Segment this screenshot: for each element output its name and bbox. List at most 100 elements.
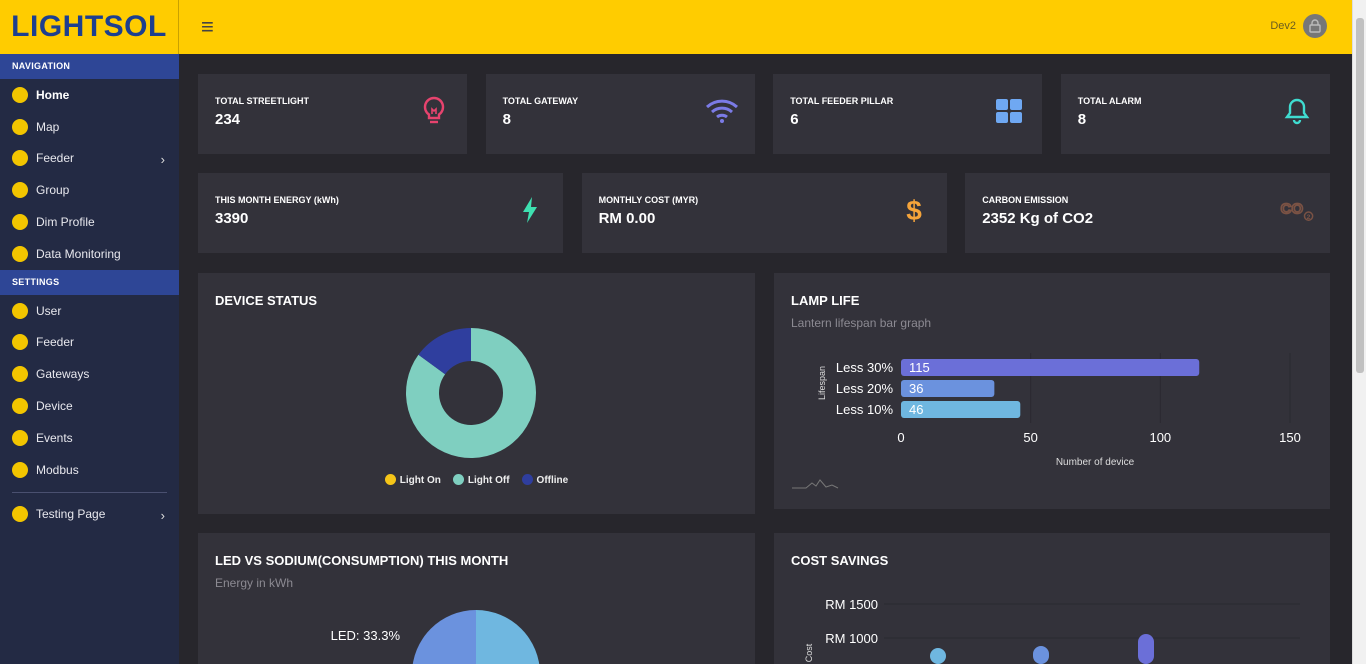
- y-axis-label: Lifespan: [817, 366, 827, 400]
- logo-container[interactable]: LIGHTSOL: [0, 0, 179, 54]
- cost-bar[interactable]: [1138, 634, 1154, 664]
- led-vs-sodium-panel: LED VS SODIUM(CONSUMPTION) THIS MONTH En…: [198, 533, 755, 664]
- sidebar-item-map[interactable]: Map: [0, 111, 179, 143]
- sidebar-item-label: User: [36, 303, 62, 318]
- cost-savings-bar-chart[interactable]: RM 1500 RM 1000 Cost: [774, 533, 1330, 664]
- user-avatar[interactable]: [1303, 14, 1327, 38]
- legend-label: Light Off: [467, 475, 510, 486]
- bar-less-30-[interactable]: [901, 359, 1200, 376]
- menu-toggle-icon[interactable]: ≡: [201, 14, 214, 40]
- device-status-legend: Light On Light Off Offline: [198, 474, 755, 486]
- sidebar-item-label: Dim Profile: [36, 215, 95, 230]
- legend-item-light-off[interactable]: Light Off: [452, 474, 510, 486]
- stat-label: TOTAL STREETLIGHT: [215, 96, 309, 106]
- top-bar: LIGHTSOL ≡ Dev2: [0, 0, 1366, 54]
- sidebar: NAVIGATION Home Map Feeder › Group Dim Profil…: [0, 54, 179, 664]
- stat-label: CARBON EMISSION: [982, 195, 1069, 205]
- cost-bar[interactable]: [1033, 646, 1049, 664]
- chevron-right-icon: ›: [160, 151, 165, 167]
- sidebar-item-label: Map: [36, 119, 60, 134]
- category-label: Less 10%: [836, 402, 894, 417]
- scrollbar-thumb[interactable]: [1356, 18, 1364, 373]
- user-name[interactable]: Dev2: [1270, 20, 1296, 32]
- stat-value: 234: [215, 111, 241, 128]
- sidebar-item-user[interactable]: User: [0, 295, 179, 327]
- chart-icon: [12, 245, 28, 262]
- sidebar-item-home[interactable]: Home: [0, 79, 179, 111]
- stat-label: MONTHLY COST (MYR): [598, 195, 699, 205]
- svg-text:2: 2: [1307, 214, 1311, 221]
- lamp-life-subtitle: Lantern lifespan bar graph: [791, 316, 932, 330]
- sidebar-item-events[interactable]: Events: [0, 422, 179, 454]
- stat-value: 8: [502, 111, 511, 128]
- stat-value: RM 0.00: [598, 210, 656, 227]
- stat-card-total-feeder-pillar[interactable]: TOTAL FEEDER PILLAR 6: [773, 74, 1043, 154]
- sidebar-item-feeder[interactable]: Feeder: [0, 327, 179, 359]
- dim-icon: [12, 214, 28, 231]
- feed-icon: [12, 150, 28, 167]
- list-icon: [12, 86, 28, 103]
- calendar-icon: [12, 429, 28, 446]
- stat-label: TOTAL ALARM: [1077, 96, 1142, 106]
- stat-card-this-month-energy-kwh[interactable]: THIS MONTH ENERGY (kWh) 3390: [198, 173, 563, 253]
- x-tick-label: 0: [897, 430, 904, 445]
- bar-value-label: 36: [909, 381, 923, 396]
- chevron-right-icon: ›: [160, 507, 165, 523]
- wifi-icon: [705, 94, 739, 128]
- svg-text:$: $: [906, 195, 922, 225]
- y-tick-label: RM 1500: [825, 597, 878, 612]
- cost-bar[interactable]: [930, 648, 946, 664]
- sidebar-item-label: Events: [36, 430, 73, 445]
- sidebar-item-dim-profile[interactable]: Dim Profile: [0, 206, 179, 238]
- sidebar-item-label: Group: [36, 183, 70, 198]
- sidebar-item-feeder[interactable]: Feeder ›: [0, 143, 179, 175]
- x-axis-label: Number of device: [1056, 457, 1135, 468]
- pie-slice-led[interactable]: [412, 610, 476, 664]
- sidebar-item-label: Feeder: [36, 335, 75, 350]
- feed-icon: [12, 334, 28, 351]
- device-status-donut-chart[interactable]: [404, 326, 538, 460]
- sidebar-item-device[interactable]: Device: [0, 390, 179, 422]
- lamp-life-panel: LAMP LIFE Lantern lifespan bar graph Les…: [774, 273, 1330, 509]
- device-status-panel: DEVICE STATUS Light On Light Off Offline: [198, 273, 755, 514]
- bar-value-label: 115: [909, 360, 930, 375]
- sidebar-item-label: Data Monitoring: [36, 246, 121, 261]
- sidebar-item-label: Testing Page: [36, 507, 106, 522]
- stat-value: 3390: [215, 210, 249, 227]
- sidebar-item-modbus[interactable]: Modbus: [0, 454, 179, 486]
- gateway-icon: [12, 366, 28, 383]
- bell-icon: [1280, 94, 1314, 128]
- y-axis-label: Cost: [804, 643, 814, 662]
- sidebar-item-group[interactable]: Group: [0, 174, 179, 206]
- legend-label: Light On: [399, 475, 441, 486]
- stat-card-total-gateway[interactable]: TOTAL GATEWAY 8: [485, 74, 755, 154]
- sidebar-item-gateways[interactable]: Gateways: [0, 358, 179, 390]
- stat-label: TOTAL GATEWAY: [502, 96, 579, 106]
- pie-slice-sodium[interactable]: [476, 610, 540, 664]
- stat-card-monthly-cost-myr[interactable]: MONTHLY COST (MYR) RM 0.00 $: [581, 173, 947, 253]
- test-icon: [12, 506, 28, 523]
- device-icon: [12, 398, 28, 415]
- cost-savings-panel: COST SAVINGS RM 1500 RM 1000 Cost: [774, 533, 1330, 664]
- legend-swatch: [384, 474, 396, 485]
- stat-label: THIS MONTH ENERGY (kWh): [215, 195, 339, 205]
- logo: LIGHTSOL: [11, 10, 167, 43]
- sidebar-item-testing-page[interactable]: Testing Page ›: [0, 499, 179, 531]
- page-scrollbar[interactable]: [1352, 0, 1366, 664]
- device-status-title: DEVICE STATUS: [215, 293, 318, 308]
- stat-label: TOTAL FEEDER PILLAR: [790, 96, 894, 106]
- group-icon: [12, 182, 28, 199]
- lamp-life-title: LAMP LIFE: [791, 293, 860, 308]
- map-pin-icon: [12, 118, 28, 135]
- stat-card-total-alarm[interactable]: TOTAL ALARM 8: [1060, 74, 1330, 154]
- bolt-icon: [513, 193, 547, 227]
- stat-card-carbon-emission[interactable]: CARBON EMISSION 2352 Kg of CO2 CO 2: [965, 173, 1331, 253]
- lamp-life-bar-chart[interactable]: Less 30% 115 Less 20% 36 Less 10% 46 0 50 100 150…: [774, 343, 1330, 493]
- stat-value: 8: [1077, 111, 1087, 128]
- legend-item-light-on[interactable]: Light On: [384, 474, 441, 486]
- stat-card-total-streetlight[interactable]: TOTAL STREETLIGHT 234: [198, 74, 467, 154]
- legend-swatch: [452, 474, 464, 485]
- legend-item-offline[interactable]: Offline: [521, 474, 568, 486]
- sidebar-item-data-monitoring[interactable]: Data Monitoring: [0, 238, 179, 270]
- led-vs-sodium-pie-chart[interactable]: LED: 33.3%: [198, 533, 755, 664]
